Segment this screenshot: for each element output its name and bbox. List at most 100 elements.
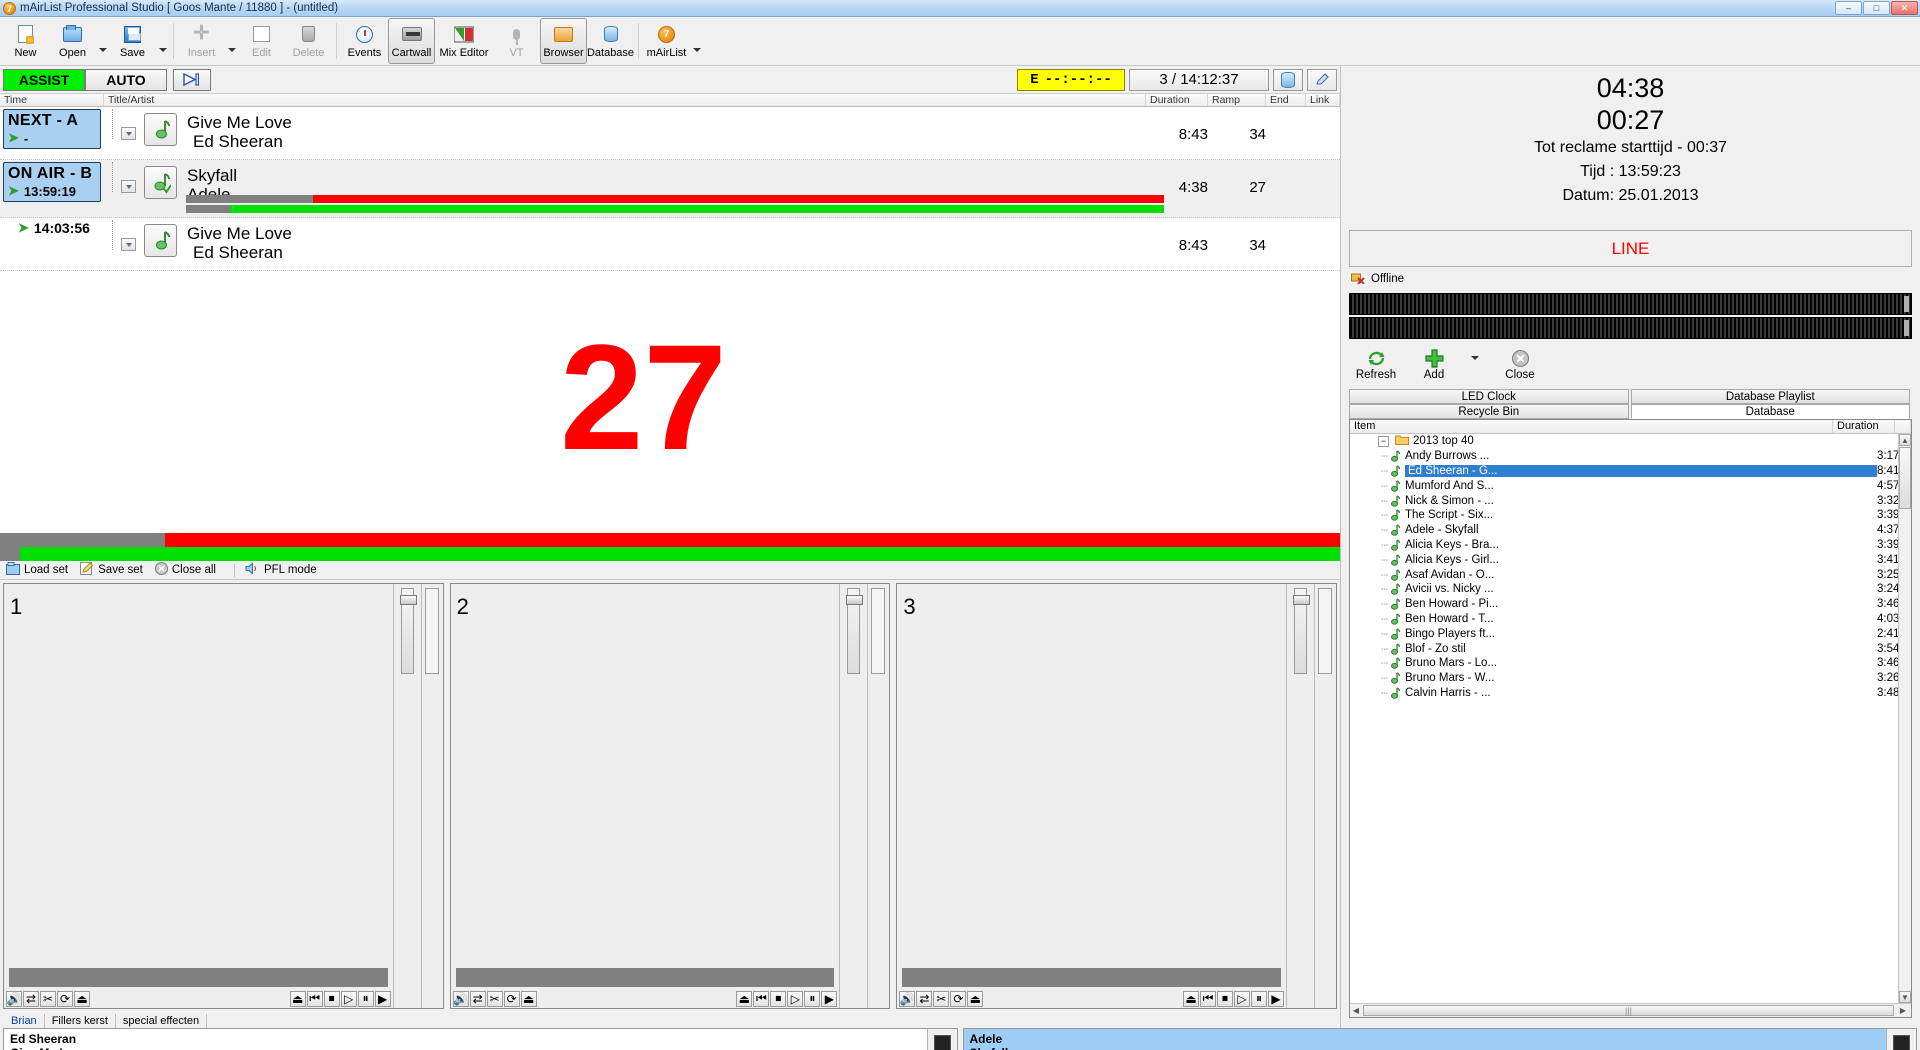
database-list-item[interactable]: ┄ Bruno Mars - Lo... 3:46 <box>1350 656 1911 671</box>
toolbar-button-insert[interactable]: ✛ Insert <box>178 18 225 64</box>
toolbar-button-mairlist[interactable]: 7 mAirList <box>643 18 690 64</box>
eject-icon[interactable]: ⏏ <box>74 990 90 1007</box>
toolbar-button-new[interactable]: New <box>2 18 49 64</box>
h-scroll-thumb[interactable]: ||| <box>1363 1005 1894 1016</box>
scroll-down-arrow-icon[interactable]: ▼ <box>1899 991 1911 1003</box>
cart-3-fader[interactable] <box>1286 584 1314 1008</box>
cart-3-pause-button[interactable]: ⏸ <box>1251 990 1268 1007</box>
column-header-ramp[interactable]: Ramp <box>1208 94 1266 106</box>
cart-player-3[interactable]: 3 🔊 ⇄ ✂ ⟳ ⏏ ⏏ ⏮ ⏹ ▷ ⏸ ▶ <box>896 583 1338 1009</box>
database-list-item[interactable]: ┄ The Script - Six... 3:39 <box>1350 508 1911 523</box>
database-list-item[interactable]: ┄ Mumford And S... 4:57 <box>1350 478 1911 493</box>
cart-2-eject-button[interactable]: ⏏ <box>736 990 753 1007</box>
line-status-box[interactable]: LINE <box>1349 230 1912 267</box>
scroll-right-arrow-icon[interactable]: ▶ <box>1895 1006 1911 1015</box>
column-header-link[interactable]: Link <box>1306 94 1340 106</box>
cut-icon[interactable]: ✂ <box>486 990 503 1007</box>
maximize-button[interactable]: □ <box>1863 1 1890 15</box>
assist-mode-button[interactable]: ASSIST <box>3 68 85 91</box>
scroll-thumb[interactable] <box>1899 447 1911 509</box>
cart-1-eject-button[interactable]: ⏏ <box>289 990 306 1007</box>
cart-3-progress[interactable] <box>902 968 1282 987</box>
pfl-mode-button[interactable]: PFL mode <box>245 562 317 578</box>
expand-row-button[interactable] <box>121 127 136 140</box>
cart-1-fader[interactable] <box>392 584 421 1008</box>
tab-special-effecten[interactable]: special effecten <box>116 1014 208 1028</box>
database-list-item[interactable]: ┄ Avicii vs. Nicky ... 3:24 <box>1350 582 1911 597</box>
collapse-toggle-icon[interactable]: − <box>1378 435 1389 447</box>
toolbar-button-browser[interactable]: Browser <box>540 18 587 64</box>
database-list-item[interactable]: ┄ Blof - Zo stil 3:54 <box>1350 641 1911 656</box>
database-shortcut-button[interactable] <box>1273 68 1303 91</box>
expand-row-button[interactable] <box>121 238 136 251</box>
cart-2-fader[interactable] <box>839 584 867 1008</box>
open-dropdown-arrow-icon[interactable] <box>96 18 109 64</box>
scroll-up-arrow-icon[interactable]: ▲ <box>1899 434 1911 446</box>
cart-1-progress[interactable] <box>9 968 388 987</box>
cart-player-1[interactable]: 1 🔊 ⇄ ✂ ⟳ ⏏ ⏏ ⏮ ⏹ ▷ ⏸ ▶ <box>3 583 444 1009</box>
close-button[interactable]: ✕ <box>1891 1 1918 15</box>
tab-led-clock[interactable]: LED Clock <box>1349 389 1629 404</box>
toolbar-button-delete[interactable]: Delete <box>285 18 332 64</box>
cart-3-eject-button[interactable]: ⏏ <box>1183 990 1200 1007</box>
insert-dropdown-arrow-icon[interactable] <box>225 18 238 64</box>
tab-database[interactable]: Database <box>1630 404 1910 419</box>
toolbar-button-database[interactable]: Database <box>587 18 634 64</box>
cart-2-stop-button[interactable]: ⏹ <box>770 990 787 1007</box>
cart-2-cue-button[interactable]: ▷ <box>787 990 804 1007</box>
cart-3-prev-button[interactable]: ⏮ <box>1200 990 1217 1007</box>
cart-player-2[interactable]: 2 🔊 ⇄ ✂ ⟳ ⏏ ⏏ ⏮ ⏹ ▷ ⏸ ▶ <box>449 583 891 1009</box>
playlist[interactable]: NEXT - A ➤ - Give Me Love Ed Sheeran 8:4… <box>0 107 1340 533</box>
database-list-item[interactable]: ┄ Adele - Skyfall 4:37 <box>1350 523 1911 538</box>
scroll-left-arrow-icon[interactable]: ◀ <box>1350 1006 1362 1015</box>
cart-1-prev-button[interactable]: ⏮ <box>306 990 323 1007</box>
database-folder-row[interactable]: − 2013 top 40 <box>1350 434 1911 449</box>
toolbar-button-save[interactable]: Save <box>109 18 156 64</box>
tab-fillers-kerst[interactable]: Fillers kerst <box>45 1014 116 1028</box>
minimize-button[interactable]: – <box>1835 1 1862 15</box>
toolbar-button-cartwall[interactable]: Cartwall <box>388 18 435 64</box>
database-list-item[interactable]: ┄ Andy Burrows ... 3:17 <box>1350 449 1911 464</box>
cart-2-progress[interactable] <box>455 968 835 987</box>
database-horizontal-scrollbar[interactable]: ◀ ||| ▶ <box>1350 1003 1911 1017</box>
cart-3-stop-button[interactable]: ⏹ <box>1217 990 1234 1007</box>
toolbar-button-open[interactable]: Open <box>49 18 96 64</box>
database-list-item[interactable]: ┄ Asaf Avidan - O... 3:25 <box>1350 567 1911 582</box>
cart-1-pause-button[interactable]: ⏸ <box>357 990 374 1007</box>
db-column-item[interactable]: Item <box>1350 420 1833 433</box>
column-header-time[interactable]: Time <box>0 94 104 106</box>
cart-1-cue-button[interactable]: ▷ <box>340 990 357 1007</box>
cut-icon[interactable]: ✂ <box>40 990 56 1007</box>
player-a[interactable]: Ed Sheeran Give Me Love A NEXT CUE R 34 <box>3 1028 958 1050</box>
load-set-button[interactable]: Load set <box>6 562 68 578</box>
toolbar-button-vt[interactable]: VT <box>493 18 540 64</box>
playlist-row[interactable]: ➤ 14:03:56 Give Me Love Ed Sheeran 8:43 <box>0 218 1340 271</box>
cart-3-cue-button[interactable]: ▷ <box>1234 990 1251 1007</box>
eject-icon[interactable]: ⏏ <box>967 990 984 1007</box>
cart-2-pause-button[interactable]: ⏸ <box>804 990 821 1007</box>
db-column-duration[interactable]: Duration <box>1833 420 1895 433</box>
close-button-panel[interactable]: Close <box>1499 347 1541 381</box>
column-header-title-artist[interactable]: Title/Artist <box>104 94 1146 106</box>
toolbar-button-mix-editor[interactable]: Mix Editor <box>435 18 493 64</box>
column-header-duration[interactable]: Duration <box>1146 94 1208 106</box>
cart-2-prev-button[interactable]: ⏮ <box>753 990 770 1007</box>
toolbar-button-edit[interactable]: Edit <box>238 18 285 64</box>
loop-icon[interactable]: ⟳ <box>950 990 967 1007</box>
cut-icon[interactable]: ✂ <box>933 990 950 1007</box>
volume-icon[interactable]: 🔊 <box>452 990 469 1007</box>
add-dropdown-arrow-icon[interactable] <box>1471 347 1483 360</box>
database-list-item[interactable]: ┄ Ben Howard - T... 4:03 <box>1350 612 1911 627</box>
playlist-row[interactable]: NEXT - A ➤ - Give Me Love Ed Sheeran 8:4… <box>0 107 1340 160</box>
save-dropdown-arrow-icon[interactable] <box>156 18 169 64</box>
mairlist-dropdown-arrow-icon[interactable] <box>690 18 703 64</box>
toolbar-button-events[interactable]: Events <box>341 18 388 64</box>
refresh-button[interactable]: Refresh <box>1355 347 1397 381</box>
database-list-item[interactable]: ┄ Alicia Keys - Bra... 3:39 <box>1350 538 1911 553</box>
expand-row-button[interactable] <box>121 180 136 193</box>
database-list-item[interactable]: ┄ Alicia Keys - Girl... 3:41 <box>1350 552 1911 567</box>
shuffle-icon[interactable]: ⇄ <box>469 990 486 1007</box>
auto-mode-button[interactable]: AUTO <box>85 68 167 91</box>
close-all-button[interactable]: Close all <box>154 562 216 578</box>
column-header-end[interactable]: End <box>1266 94 1306 106</box>
